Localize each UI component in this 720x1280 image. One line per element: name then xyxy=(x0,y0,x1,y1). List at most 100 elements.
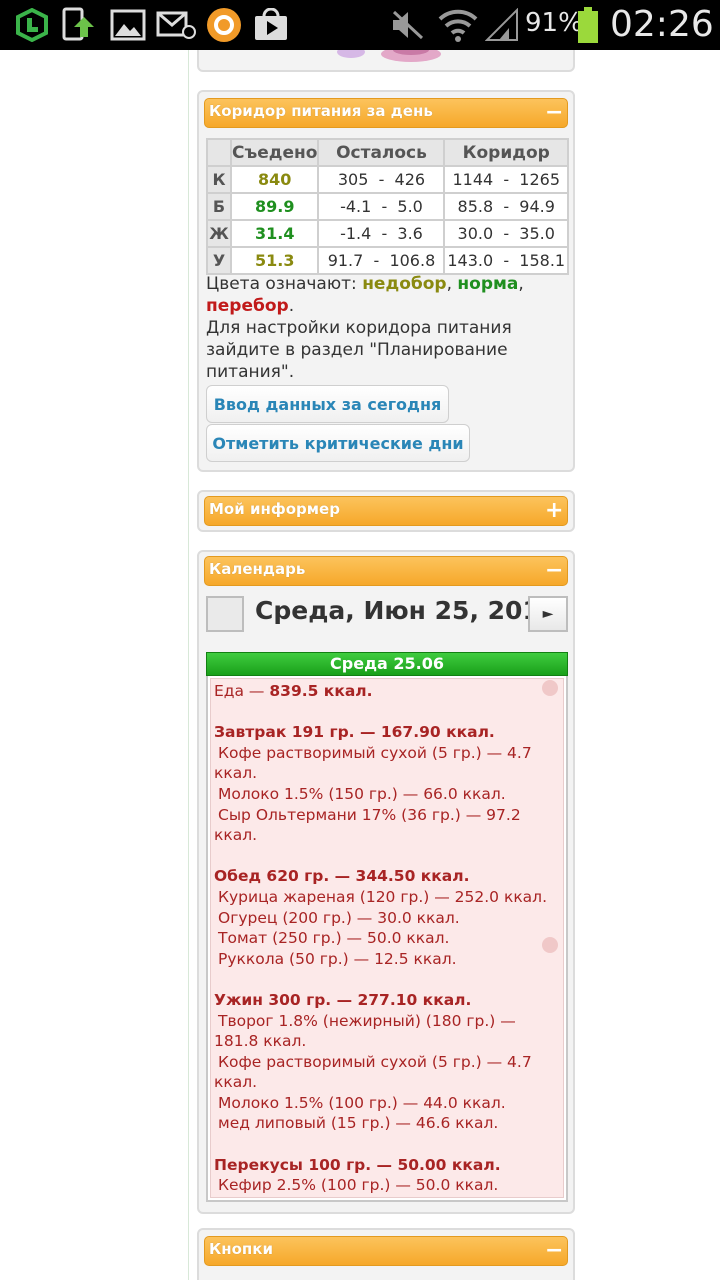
calendar-panel: Календарь − Среда, Июн 25, 2014 ► Среда … xyxy=(197,550,575,1214)
corridor-hint: Для настройки коридора питания зайдите в… xyxy=(206,318,512,382)
eaten-value: 51.3 xyxy=(229,246,320,275)
battery-icon xyxy=(576,7,600,43)
flower-image xyxy=(337,50,441,62)
legend-over: перебор xyxy=(206,296,289,316)
corridor-range: 85.8 - 94.9 xyxy=(443,192,569,221)
meal-item[interactable]: Огурец (200 гр.) — 30.0 ккал. xyxy=(214,908,560,929)
battery-percent: 91% xyxy=(525,8,583,38)
food-total: Еда — 839.5 ккал. xyxy=(214,681,560,702)
email-icon xyxy=(156,7,196,43)
corridor-table-header: Съедено Осталось Коридор xyxy=(206,138,569,167)
corridor-range: 1144 - 1265 xyxy=(443,165,569,194)
informer-panel-header[interactable]: Мой информер + xyxy=(204,496,568,526)
remaining-from: 305 xyxy=(337,170,369,189)
corridor-panel: Коридор питания за день − Съедено Остало… xyxy=(197,90,575,472)
browser-app-icon xyxy=(205,7,243,43)
meal-item[interactable]: Кофе растворимый сухой (5 гр.) — 4.7 кка… xyxy=(214,743,560,784)
corridor-to: 1265 xyxy=(519,170,561,189)
remaining-range: -4.1 - 5.0 xyxy=(317,192,446,221)
remaining-range: -1.4 - 3.6 xyxy=(317,219,446,248)
eaten-value: 31.4 xyxy=(229,219,320,248)
legend-under: недобор xyxy=(362,274,447,294)
calendar-panel-title: Календарь xyxy=(209,560,306,578)
corridor-table: Съедено Осталось Коридор К 840 305 - 426 11… xyxy=(206,138,569,275)
apple-icon[interactable] xyxy=(542,680,558,696)
day-header[interactable]: Среда 25.06 xyxy=(206,652,568,676)
remaining-range: 91.7 - 106.8 xyxy=(317,246,446,275)
corridor-from: 1144 xyxy=(452,170,494,189)
calendar-panel-header[interactable]: Календарь − xyxy=(204,556,568,586)
meal-header[interactable]: Перекусы 100 гр. — 50.00 ккал. xyxy=(214,1155,560,1176)
informer-panel-title: Мой информер xyxy=(209,500,340,518)
meal-item[interactable]: Руккола (50 гр.) — 12.5 ккал. xyxy=(214,949,560,970)
corridor-to: 35.0 xyxy=(519,224,555,243)
collapse-icon[interactable]: − xyxy=(545,560,563,582)
column-header: Съедено xyxy=(229,138,320,167)
corridor-panel-header[interactable]: Коридор питания за день − xyxy=(204,98,568,128)
corridor-range: 143.0 - 158.1 xyxy=(443,246,569,275)
status-bar: 91% 02:26 xyxy=(0,0,720,50)
column-header: Коридор xyxy=(443,138,569,167)
remaining-to: 426 xyxy=(394,170,426,189)
remaining-to: 3.6 xyxy=(397,224,423,243)
meal-item[interactable]: Томат (250 гр.) — 50.0 ккал. xyxy=(214,928,560,949)
phone-update-icon xyxy=(60,7,96,43)
meal-header[interactable]: Обед 620 гр. — 344.50 ккал. xyxy=(214,866,560,887)
meal-item[interactable]: мед липовый (15 гр.) — 46.6 ккал. xyxy=(214,1113,560,1134)
corridor-range: 30.0 - 35.0 xyxy=(443,219,569,248)
corridor-from: 143.0 xyxy=(447,251,494,270)
app-notification-icon xyxy=(14,7,50,43)
enter-data-button[interactable]: Ввод данных за сегодня xyxy=(206,385,449,423)
mute-icon xyxy=(390,7,426,43)
meal-item[interactable]: Кефир 2.5% (100 гр.) — 50.0 ккал. xyxy=(214,1175,560,1196)
legend-text: Цвета означают: недобор, норма, перебор. … xyxy=(206,273,568,383)
collapse-icon[interactable]: − xyxy=(545,102,563,124)
meal-item[interactable]: Кофе растворимый сухой (5 гр.) — 4.7 кка… xyxy=(214,1052,560,1093)
expand-icon[interactable]: + xyxy=(545,500,563,522)
informer-panel: Мой информер + xyxy=(197,490,575,532)
play-store-icon xyxy=(253,7,289,43)
remaining-to: 106.8 xyxy=(389,251,436,270)
day-diary: Еда — 839.5 ккал. Завтрак 191 гр. — 167.… xyxy=(206,676,568,1202)
buttons-panel-title: Кнопки xyxy=(209,1240,273,1258)
signal-icon xyxy=(484,7,520,43)
collapse-icon[interactable]: − xyxy=(545,1240,563,1262)
meal-header[interactable]: Завтрак 191 гр. — 167.90 ккал. xyxy=(214,722,560,743)
apple-icon[interactable] xyxy=(542,937,558,953)
meal-item[interactable]: Курица жареная (120 гр.) — 252.0 ккал. xyxy=(214,887,560,908)
meal-item[interactable]: Молоко 1.5% (150 гр.) — 66.0 ккал. xyxy=(214,784,560,805)
gallery-icon xyxy=(110,7,146,43)
buttons-panel: Кнопки − xyxy=(197,1228,575,1280)
food-label: Еда — xyxy=(214,682,270,700)
buttons-panel-header[interactable]: Кнопки − xyxy=(204,1236,568,1266)
mark-critical-days-button[interactable]: Отметить критические дни xyxy=(206,424,470,462)
previous-day-button[interactable] xyxy=(206,596,244,632)
wifi-icon xyxy=(438,7,478,43)
legend-end: . xyxy=(288,296,295,316)
corridor-row: К 840 305 - 426 1144 - 1265 xyxy=(206,165,569,194)
column-header xyxy=(206,138,232,167)
food-total-value: 839.5 ккал. xyxy=(269,682,373,700)
remaining-from: -1.4 xyxy=(340,224,372,243)
legend-prefix: Цвета означают: xyxy=(206,274,363,294)
legend-separator: , xyxy=(446,274,458,294)
corridor-row: Б 89.9 -4.1 - 5.0 85.8 - 94.9 xyxy=(206,192,569,221)
meal-item[interactable]: Творог 1.8% (нежирный) (180 гр.) — 181.8… xyxy=(214,1011,560,1052)
remaining-range: 305 - 426 xyxy=(317,165,446,194)
food-log: Еда — 839.5 ккал. Завтрак 191 гр. — 167.… xyxy=(210,678,564,1198)
eaten-value: 840 xyxy=(229,165,320,194)
corridor-row: Ж 31.4 -1.4 - 3.6 30.0 - 35.0 xyxy=(206,219,569,248)
meal-item[interactable]: Сыр Ольтермани 17% (36 гр.) — 97.2 ккал. xyxy=(214,805,560,846)
corridor-from: 30.0 xyxy=(457,224,494,243)
row-label: Б xyxy=(206,192,232,221)
remaining-to: 5.0 xyxy=(397,197,423,216)
meal-item[interactable]: Молоко 1.5% (100 гр.) — 44.0 ккал. xyxy=(214,1093,560,1114)
next-day-button[interactable]: ► xyxy=(528,596,568,632)
meal-header[interactable]: Ужин 300 гр. — 277.10 ккал. xyxy=(214,990,560,1011)
calendar-date: Среда, Июн 25, 2014 xyxy=(255,596,558,625)
corridor-from: 85.8 xyxy=(457,197,494,216)
